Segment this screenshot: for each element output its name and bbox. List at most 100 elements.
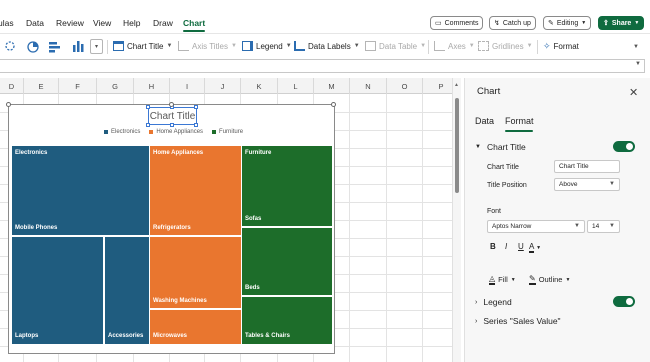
font-color-button[interactable]: A ▼	[529, 242, 542, 253]
chart-resize-handle[interactable]	[6, 102, 11, 107]
active-tab-indicator	[505, 130, 533, 132]
fill-dropdown[interactable]: ◬ Fill ▼	[489, 274, 516, 285]
menu-view[interactable]: View	[93, 18, 111, 28]
gridlines-dropdown[interactable]: Gridlines ▼	[478, 41, 533, 51]
pen-outline-icon: ✎	[529, 274, 536, 285]
ribbon-expand-chevron-icon[interactable]: ▼	[633, 44, 639, 50]
formula-bar-expand-icon[interactable]: ▼	[635, 61, 641, 67]
legend-dropdown[interactable]: Legend ▼	[242, 41, 292, 51]
column-header-e[interactable]: E	[24, 78, 59, 94]
data-labels-dropdown[interactable]: Data Labels ▼	[294, 41, 360, 51]
ribbon-toolbar: ▾ Chart Title ▼ Axis Titles ▼ Legend ▼ D…	[0, 33, 650, 59]
legend-icon	[242, 41, 253, 51]
chevron-down-icon: ▼	[285, 43, 292, 49]
chart-title-section-header[interactable]: ▼ Chart Title	[475, 142, 526, 152]
treemap-tile-sofas[interactable]: Furniture Sofas	[242, 146, 332, 226]
title-selection-handle[interactable]	[194, 123, 198, 127]
chevron-down-icon: ▼	[468, 43, 475, 49]
title-position-select[interactable]: Above ▼	[554, 178, 620, 191]
title-selection-handle[interactable]	[170, 123, 174, 127]
italic-button[interactable]: I	[505, 242, 507, 251]
treemap-tile-laptops[interactable]: Laptops	[12, 237, 103, 344]
chart-title-input[interactable]: Chart Title	[554, 160, 620, 173]
share-button[interactable]: ⇪ Share ▼	[598, 16, 645, 30]
font-family-select[interactable]: Aptos Narrow ▼	[487, 220, 585, 233]
chart-legend[interactable]: Electronics Home Appliances Furniture	[104, 129, 243, 135]
scrollbar-thumb[interactable]	[455, 98, 459, 193]
treemap-chart[interactable]: Chart Title Electronics Home Appliances …	[6, 102, 336, 354]
pie-chart-icon[interactable]	[26, 40, 40, 54]
treemap-tile-mobile-phones[interactable]: Electronics Mobile Phones	[12, 146, 149, 235]
comments-button[interactable]: ▭ Comments	[430, 16, 484, 30]
chevron-down-icon: ▼	[536, 245, 542, 251]
column-chart-icon[interactable]	[71, 39, 85, 53]
treemap-tile-accessories[interactable]: Accessories	[105, 237, 149, 344]
legend-section-header[interactable]: › Legend	[475, 297, 512, 307]
underline-button[interactable]: U	[518, 242, 524, 251]
chevron-down-icon: ▼	[510, 276, 516, 283]
bold-button[interactable]: B	[490, 242, 496, 251]
comment-icon: ▭	[435, 20, 442, 27]
treemap-tile-washing-machines[interactable]: Washing Machines	[150, 237, 241, 308]
chart-resize-handle[interactable]	[331, 102, 336, 107]
column-header-d[interactable]: D	[0, 78, 24, 94]
legend-entry-electronics: Electronics	[104, 129, 140, 135]
axis-titles-dropdown[interactable]: Axis Titles ▼	[178, 41, 237, 51]
tab-format[interactable]: Format	[505, 116, 534, 126]
vertical-scrollbar[interactable]: ▲	[452, 78, 461, 362]
formula-bar[interactable]: ▼	[0, 59, 645, 73]
column-header-i[interactable]: I	[170, 78, 205, 94]
chart-title-dropdown[interactable]: Chart Title ▼	[113, 41, 172, 51]
menu-draw[interactable]: Draw	[153, 18, 173, 28]
column-header-l[interactable]: L	[278, 78, 314, 94]
treemap-tile-refrigerators[interactable]: Home Appliances Refrigerators	[150, 146, 241, 235]
title-selection-handle[interactable]	[146, 123, 150, 127]
series-section-header[interactable]: › Series "Sales Value"	[475, 316, 561, 326]
menu-chart[interactable]: Chart	[183, 18, 205, 28]
treemap-tile-microwaves[interactable]: Microwaves	[150, 310, 241, 344]
column-header-h[interactable]: H	[134, 78, 170, 94]
chart-format-pane: Chart ✕ Data Format ▼ Chart Title Chart …	[464, 78, 650, 362]
close-icon[interactable]: ✕	[629, 86, 638, 99]
column-header-m[interactable]: M	[314, 78, 350, 94]
treemap-tile-label: Laptops	[15, 333, 39, 339]
title-selection-handle[interactable]	[146, 105, 150, 109]
chart-title-toggle[interactable]	[613, 141, 635, 152]
column-header-k[interactable]: K	[241, 78, 278, 94]
title-selection-handle[interactable]	[194, 105, 198, 109]
menu-formulas[interactable]: ulas	[0, 18, 14, 28]
gridlines-icon	[478, 41, 489, 51]
menu-help[interactable]: Help	[123, 18, 140, 28]
axes-dropdown[interactable]: Axes ▼	[434, 41, 475, 51]
editing-mode-button[interactable]: ✎ Editing ▼	[543, 16, 592, 30]
grid-column-line	[386, 94, 387, 362]
column-header-j[interactable]: J	[205, 78, 241, 94]
bar-chart-icon[interactable]	[47, 40, 61, 54]
font-size-select[interactable]: 14 ▼	[587, 220, 620, 233]
column-header-f[interactable]: F	[59, 78, 97, 94]
tab-data[interactable]: Data	[475, 116, 494, 126]
chart-title-icon	[113, 41, 124, 51]
menu-review[interactable]: Review	[56, 18, 84, 28]
chart-type-icon[interactable]	[3, 40, 17, 52]
menu-data[interactable]: Data	[26, 18, 44, 28]
treemap-tile-tables-chairs[interactable]: Tables & Chairs	[242, 297, 332, 344]
column-header-o[interactable]: O	[387, 78, 423, 94]
treemap-group-label-home-appliances: Home Appliances	[153, 150, 204, 156]
outline-dropdown[interactable]: ✎ Outline ▼	[529, 274, 570, 285]
format-button[interactable]: ✧ Format	[543, 41, 579, 52]
chevron-down-icon: ▼	[475, 144, 481, 150]
chart-gallery-expand-button[interactable]: ▾	[90, 39, 103, 54]
ribbon-separator	[537, 40, 538, 54]
legend-swatch	[212, 130, 217, 134]
font-color-icon: A	[529, 242, 534, 253]
scroll-up-icon[interactable]: ▲	[454, 82, 459, 88]
chevron-right-icon: ›	[475, 298, 478, 306]
treemap-tile-beds[interactable]: Beds	[242, 228, 332, 295]
data-table-dropdown[interactable]: Data Table ▼	[365, 41, 426, 51]
legend-toggle[interactable]	[613, 296, 635, 307]
column-header-g[interactable]: G	[97, 78, 134, 94]
catch-up-button[interactable]: ↯ Catch up	[489, 16, 536, 30]
chart-resize-handle[interactable]	[169, 102, 174, 107]
column-header-n[interactable]: N	[350, 78, 387, 94]
